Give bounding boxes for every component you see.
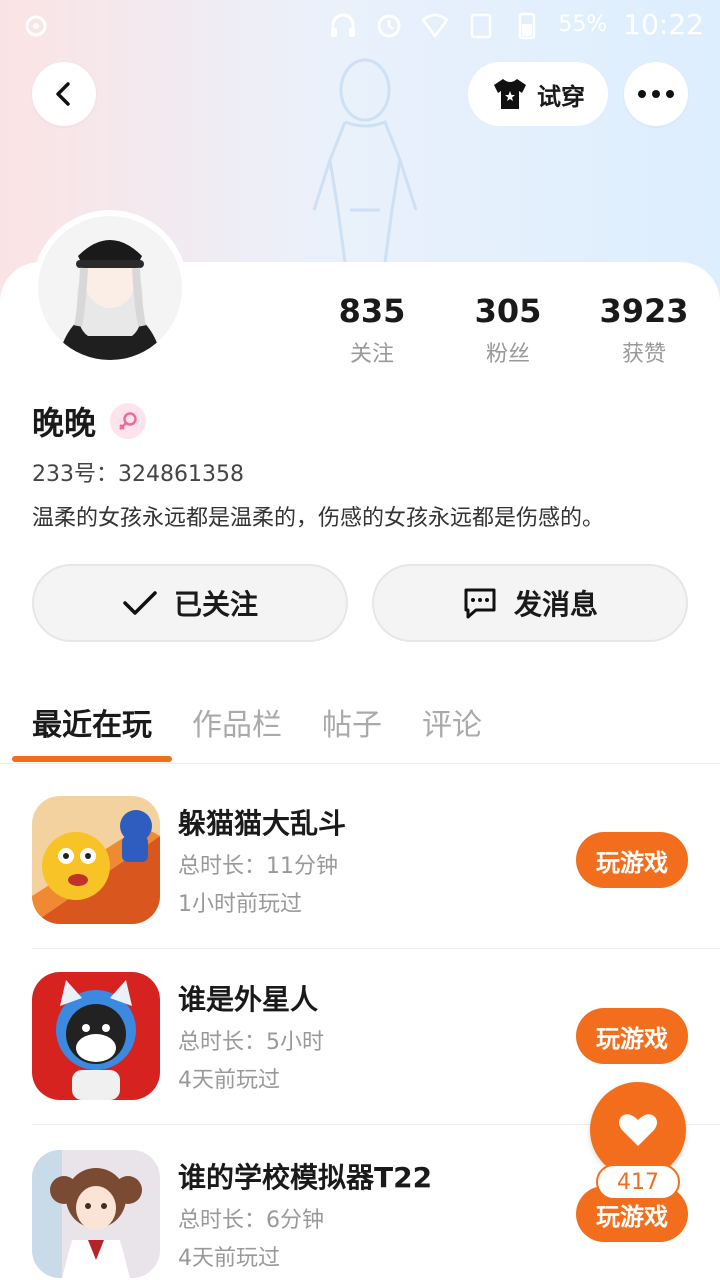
game-duration: 总时长：6分钟 (178, 1208, 324, 1233)
game-duration: 总时长：5小时 (178, 1030, 324, 1055)
game-duration: 总时长：11分钟 (178, 854, 338, 879)
checkmark-icon (123, 591, 157, 615)
headphones-icon (331, 13, 356, 37)
signal-icon (471, 13, 492, 38)
wifi-icon (421, 13, 450, 38)
tab-comments[interactable]: 评论 (422, 700, 482, 744)
battery-icon (519, 12, 536, 39)
game-list-item[interactable]: 躲猫猫大乱斗 总时长：11分钟 1小时前玩过 玩游戏 (0, 796, 720, 972)
game-title: 躲猫猫大乱斗 (178, 807, 347, 840)
play-game-button[interactable]: 玩游戏 (576, 832, 688, 888)
send-message-button[interactable]: 发消息 (372, 564, 688, 642)
user-name: 晚晚 (32, 404, 97, 442)
heart-icon (619, 1114, 657, 1146)
user-bio: 温柔的女孩永远都是温柔的，伤感的女孩永远都是伤感的。 (32, 506, 605, 531)
stat-value: 3923 (599, 292, 689, 330)
avatar-image (38, 216, 182, 360)
game-last-played: 4天前玩过 (178, 1246, 280, 1271)
stat-value: 835 (338, 292, 406, 330)
clock: 10:22 (623, 8, 704, 41)
avatar-3d-figure (312, 58, 418, 263)
divider (32, 948, 720, 949)
stat-value: 305 (474, 292, 542, 330)
app-notification-icon (25, 15, 47, 37)
stat-following[interactable]: 835 关注 (304, 292, 440, 368)
tshirt-icon (494, 79, 526, 109)
followed-label: 已关注 (173, 588, 258, 621)
game-icon (32, 972, 160, 1100)
play-game-button[interactable]: 玩游戏 (576, 1008, 688, 1064)
try-on-label: 试穿 (537, 82, 585, 111)
tab-works[interactable]: 作品栏 (192, 700, 282, 744)
user-id: 233号：324861358 (32, 462, 244, 487)
tab-recently-played[interactable]: 最近在玩 (32, 700, 152, 744)
alarm-icon (377, 14, 401, 37)
game-last-played: 4天前玩过 (178, 1068, 280, 1093)
send-message-label: 发消息 (513, 588, 598, 621)
followed-button[interactable]: 已关注 (32, 564, 348, 642)
stat-label: 关注 (349, 342, 394, 367)
chevron-left-icon (56, 82, 70, 106)
like-count-badge: 417 (596, 1164, 680, 1200)
more-dots-icon (638, 90, 674, 98)
avatar[interactable] (32, 210, 188, 366)
stat-label: 获赞 (621, 342, 666, 367)
stat-label: 粉丝 (485, 342, 530, 367)
game-icon (32, 796, 160, 924)
battery-percent: 55% (558, 12, 608, 37)
game-title: 谁是外星人 (178, 983, 319, 1016)
game-title: 谁的学校模拟器T22 (178, 1161, 433, 1194)
female-gender-icon (110, 403, 147, 439)
chat-bubble-icon (464, 588, 496, 619)
active-tab-indicator (12, 756, 172, 762)
back-button[interactable] (32, 62, 96, 126)
tab-posts[interactable]: 帖子 (322, 700, 382, 744)
try-on-button[interactable]: 试穿 (468, 62, 608, 126)
game-last-played: 1小时前玩过 (178, 892, 302, 917)
profile-stats: 835 关注 305 粉丝 3923 获赞 (304, 292, 712, 368)
profile-tabs: 最近在玩 作品栏 帖子 评论 (0, 690, 720, 764)
name-row: 晚晚 (32, 398, 147, 444)
stat-fans[interactable]: 305 粉丝 (440, 292, 576, 368)
more-button[interactable] (624, 62, 688, 126)
game-icon (32, 1150, 160, 1278)
stat-likes[interactable]: 3923 获赞 (576, 292, 712, 368)
status-bar: 55% 10:22 (0, 0, 720, 52)
